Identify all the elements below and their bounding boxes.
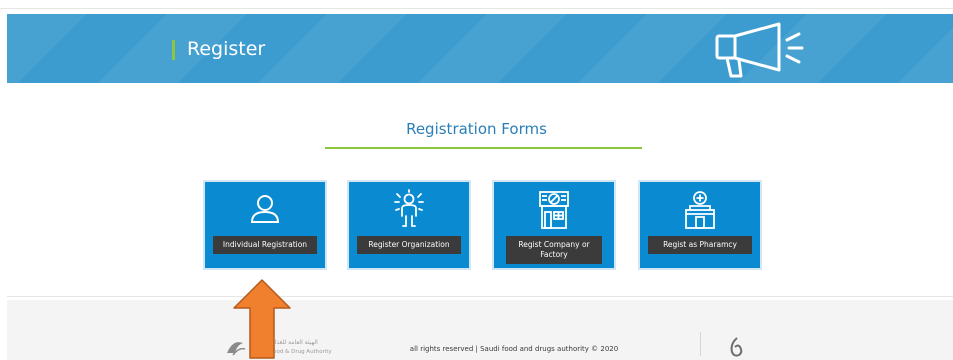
pharmacy-icon	[685, 191, 715, 229]
banner-accent-bar	[172, 40, 175, 60]
emblem-icon	[730, 337, 743, 357]
individual-registration-button[interactable]: Individual Registration	[213, 236, 317, 254]
registration-forms-heading: Registration Forms	[406, 120, 547, 138]
factory-icon	[539, 191, 569, 229]
individual-registration-card[interactable]: Individual Registration	[203, 180, 327, 270]
page-banner: Register	[7, 14, 953, 83]
top-divider	[0, 8, 953, 9]
regist-company-factory-card[interactable]: Regist Company or Factory	[492, 180, 616, 270]
user-icon	[250, 195, 280, 223]
regist-pharmacy-button[interactable]: Regist as Pharamcy	[648, 236, 752, 254]
footer-vertical-divider	[700, 332, 701, 356]
register-organization-button[interactable]: Register Organization	[357, 236, 461, 254]
heading-underline	[325, 147, 642, 149]
up-arrow-icon	[233, 279, 291, 359]
megaphone-icon	[715, 22, 804, 78]
regist-company-factory-button[interactable]: Regist Company or Factory	[506, 236, 602, 264]
page-title: Register	[187, 38, 266, 60]
organization-person-icon	[394, 189, 424, 227]
regist-pharmacy-card[interactable]: Regist as Pharamcy	[638, 180, 762, 270]
copyright-text: all rights reserved | Saudi food and dru…	[409, 345, 619, 353]
register-organization-card[interactable]: Register Organization	[347, 180, 471, 270]
footer-divider-line	[7, 296, 953, 297]
